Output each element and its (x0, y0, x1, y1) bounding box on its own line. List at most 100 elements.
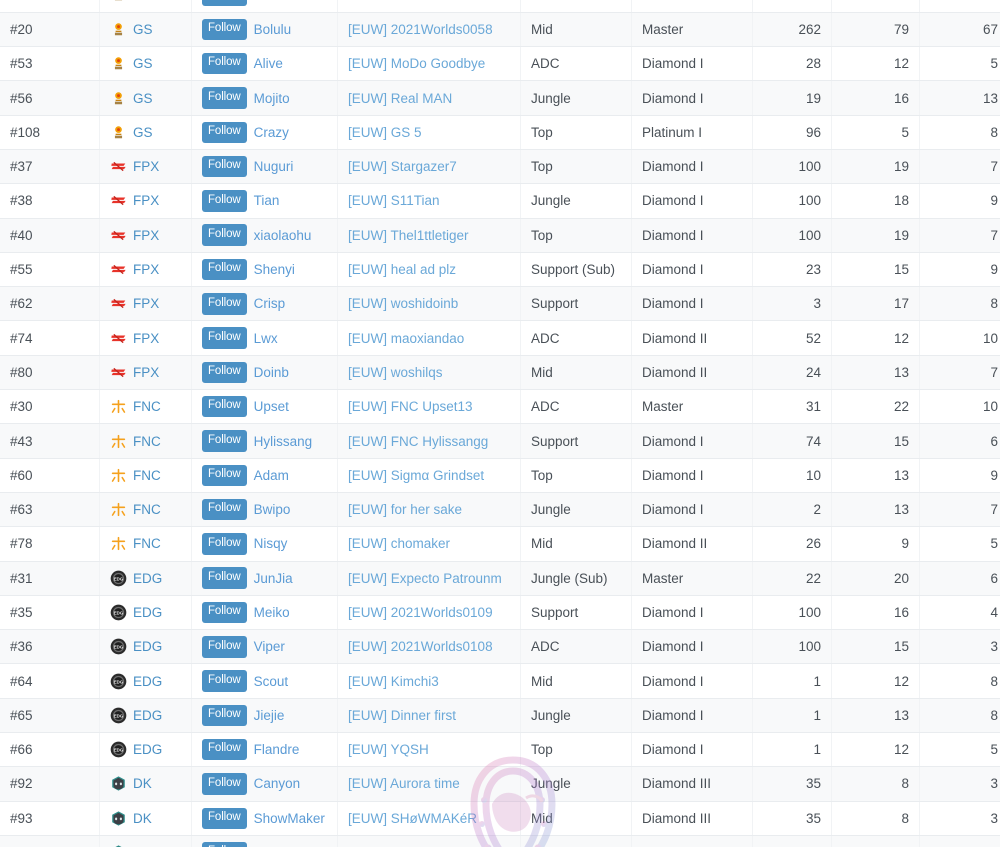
summoner-name-link[interactable]: [EUW] Aurora time (348, 776, 460, 791)
follow-button[interactable]: Follow (202, 155, 247, 178)
player-name-link[interactable]: Alive (254, 56, 283, 71)
team-link[interactable]: FPX (110, 227, 181, 244)
team-cell[interactable]: EDG EDG (99, 663, 192, 699)
player-name-link[interactable]: Bwipo (254, 502, 291, 517)
team-link[interactable]: GS (110, 90, 181, 107)
follow-button[interactable]: Follow (202, 464, 247, 487)
follow-button[interactable]: Follow (202, 121, 247, 144)
follow-button[interactable]: Follow (202, 636, 247, 658)
player-name-link[interactable]: Bolulu (254, 22, 292, 37)
team-cell[interactable]: FNC (99, 526, 192, 562)
team-cell[interactable]: FNC (99, 458, 192, 493)
follow-button[interactable]: Follow (202, 670, 247, 692)
follow-button[interactable]: Follow (202, 293, 247, 315)
team-link[interactable]: FNC (110, 467, 181, 484)
follow-button[interactable]: Follow (202, 704, 247, 727)
summoner-name-link[interactable]: [EUW] FNC Upset13 (348, 399, 473, 414)
team-cell[interactable]: DK (99, 835, 192, 847)
team-link[interactable]: GS (110, 0, 181, 3)
table-row[interactable]: #80 FPX Follow Doinb [EUW] woshilqs Mid Diamon… (0, 355, 1000, 391)
team-link[interactable]: FPX (110, 192, 181, 209)
team-cell[interactable]: GS (99, 115, 192, 150)
summoner-name-link[interactable]: [EUW] YQSH (348, 742, 429, 757)
follow-button[interactable]: Follow (202, 533, 247, 555)
summoner-name-link[interactable]: [EUW] Thel1ttletiger (348, 228, 469, 243)
team-link[interactable]: FNC (110, 433, 181, 450)
team-cell[interactable]: GS (99, 46, 192, 82)
table-row[interactable]: #100DK FollowGhost [EUW] 2021Worlds0148ADC… (0, 835, 1000, 847)
summoner-name-link[interactable]: [EUW] Sigmα Grindset (348, 468, 484, 483)
team-cell[interactable]: GS (99, 12, 192, 48)
team-link[interactable]: FNC (110, 501, 181, 518)
player-name-link[interactable]: Shenyi (254, 262, 295, 277)
team-cell[interactable]: FPX (99, 286, 192, 322)
table-row[interactable]: #40 FPX Follow xiaolaohu [EUW] Thel1ttletige… (0, 218, 1000, 253)
table-row[interactable]: #92 DK Follow Canyon [EUW] Aurora time Jungle… (0, 766, 1000, 802)
player-name-link[interactable]: xiaolaohu (254, 228, 312, 243)
table-row[interactable]: #63 FNC Follow Bwipo [EUW] for her sake Jungl… (0, 492, 1000, 528)
follow-button[interactable]: Follow (202, 841, 247, 847)
team-link[interactable]: FNC (110, 398, 181, 415)
player-name-link[interactable]: Crazy (254, 125, 289, 140)
team-link[interactable]: FPX (110, 330, 181, 347)
team-cell[interactable]: DK (99, 766, 192, 802)
team-cell[interactable]: FNC (99, 423, 192, 459)
table-row[interactable]: #43 FNC Follow Hylissang [EUW] FNC Hylissang… (0, 423, 1000, 459)
summoner-name-link[interactable]: [EUW] woshilqs (348, 365, 443, 380)
table-row[interactable]: #55 FPX Follow Shenyi [EUW] heal ad plz Suppo… (0, 252, 1000, 288)
team-link[interactable]: EDG EDG (110, 570, 181, 587)
table-row[interactable]: #74 FPX Follow Lwx [EUW] maoxiandao ADC Diamon… (0, 320, 1000, 356)
follow-button[interactable]: Follow (202, 361, 247, 384)
table-row[interactable]: #62 FPX Follow Crisp [EUW] woshidoinb Support… (0, 286, 1000, 322)
follow-button[interactable]: Follow (202, 87, 247, 109)
table-row[interactable]: #64 EDG EDG Follow Scout [EUW] Kimchi3 Mid Diam… (0, 663, 1000, 699)
team-link[interactable]: GS (110, 124, 181, 141)
summoner-name-link[interactable]: [EUW] SHøWMAKéR (348, 811, 477, 826)
follow-button[interactable]: Follow (202, 52, 247, 75)
player-name-link[interactable]: Mojito (254, 91, 290, 106)
player-name-link[interactable]: Crisp (254, 296, 286, 311)
player-name-link[interactable]: ShowMaker (254, 811, 325, 826)
follow-button[interactable]: Follow (202, 395, 247, 418)
player-name-link[interactable]: Adam (254, 468, 289, 483)
team-cell[interactable]: FPX (99, 252, 192, 288)
follow-button[interactable]: Follow (202, 18, 247, 41)
team-cell[interactable]: EDG EDG (99, 732, 192, 768)
follow-button[interactable]: Follow (202, 807, 247, 830)
team-link[interactable]: GS (110, 55, 181, 72)
player-name-link[interactable]: Nisqy (254, 536, 288, 551)
team-cell[interactable]: FNC (99, 389, 192, 425)
team-link[interactable]: DK (110, 810, 181, 827)
team-link[interactable]: FPX (110, 261, 181, 278)
team-cell[interactable]: FPX (99, 149, 192, 185)
team-link[interactable]: EDG EDG (110, 638, 181, 655)
table-row[interactable]: #31 EDG EDG Follow JunJia [EUW] Expecto Patro… (0, 561, 1000, 596)
player-name-link[interactable]: Scout (254, 674, 289, 689)
player-name-link[interactable]: Jiejie (254, 708, 285, 723)
team-cell[interactable]: EDG EDG (99, 595, 192, 631)
team-link[interactable]: EDG EDG (110, 604, 181, 621)
table-row[interactable]: #36 EDG EDG Follow Viper [EUW] 2021Worlds0108… (0, 629, 1000, 665)
team-link[interactable]: EDG EDG (110, 707, 181, 724)
summoner-name-link[interactable]: [EUW] heal ad plz (348, 262, 456, 277)
table-row[interactable]: #65 EDG EDG Follow Jiejie [EUW] Dinner first J… (0, 698, 1000, 734)
follow-button[interactable]: Follow (202, 773, 247, 795)
follow-button[interactable]: Follow (202, 498, 247, 521)
follow-button[interactable]: Follow (202, 327, 247, 349)
follow-button[interactable]: Follow (202, 430, 247, 452)
team-cell[interactable]: FNC (99, 492, 192, 528)
team-link[interactable]: EDG EDG (110, 741, 181, 758)
follow-button[interactable]: Follow (202, 601, 247, 624)
player-name-link[interactable]: Nuguri (254, 159, 294, 174)
team-link[interactable]: FPX (110, 295, 181, 312)
player-name-link[interactable]: Tian (254, 193, 280, 208)
summoner-name-link[interactable]: [EUW] chomaker (348, 536, 450, 551)
team-cell[interactable]: GS (99, 80, 192, 116)
player-name-link[interactable]: Doinb (254, 365, 289, 380)
team-cell[interactable]: FPX (99, 183, 192, 219)
summoner-name-link[interactable]: [EUW] Real MAN (348, 91, 452, 106)
team-link[interactable]: FPX (110, 364, 181, 381)
follow-button[interactable]: Follow (202, 224, 247, 246)
team-cell[interactable]: EDG EDG (99, 698, 192, 734)
summoner-name-link[interactable]: [EUW] for her sake (348, 502, 462, 517)
